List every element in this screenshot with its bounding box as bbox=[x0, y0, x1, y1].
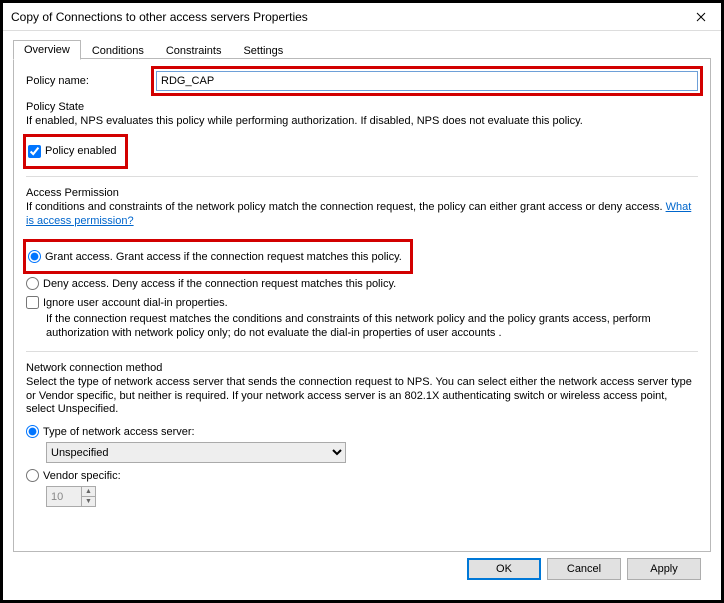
grant-access-highlight: Grant access. Grant access if the connec… bbox=[26, 242, 410, 271]
spinner-up-icon: ▲ bbox=[82, 487, 95, 497]
policy-state-group: Policy State If enabled, NPS evaluates t… bbox=[26, 101, 698, 166]
policy-name-row: Policy name: bbox=[26, 71, 698, 91]
nas-type-radio[interactable] bbox=[26, 425, 39, 438]
deny-access-label: Deny access. Deny access if the connecti… bbox=[43, 278, 396, 290]
window-title: Copy of Connections to other access serv… bbox=[11, 10, 681, 24]
policy-enabled-checkbox[interactable] bbox=[28, 145, 41, 158]
nas-type-select[interactable]: Unspecified bbox=[46, 442, 346, 463]
separator bbox=[26, 176, 698, 177]
apply-button[interactable]: Apply bbox=[627, 558, 701, 580]
nas-type-row[interactable]: Type of network access server: bbox=[26, 425, 698, 438]
separator-2 bbox=[26, 351, 698, 352]
client-area: Overview Conditions Constraints Settings… bbox=[3, 31, 721, 600]
access-permission-title: Access Permission bbox=[26, 187, 698, 199]
policy-state-desc: If enabled, NPS evaluates this policy wh… bbox=[26, 115, 698, 129]
policy-enabled-row[interactable]: Policy enabled bbox=[28, 145, 117, 158]
policy-enabled-label: Policy enabled bbox=[45, 145, 117, 157]
vendor-specific-row[interactable]: Vendor specific: bbox=[26, 469, 698, 482]
cancel-button[interactable]: Cancel bbox=[547, 558, 621, 580]
policy-state-title: Policy State bbox=[26, 101, 698, 113]
nas-type-select-wrap: Unspecified bbox=[46, 442, 698, 463]
vendor-specific-input bbox=[47, 487, 81, 506]
ignore-dialin-row[interactable]: Ignore user account dial-in properties. bbox=[26, 296, 698, 309]
policy-enabled-highlight: Policy enabled bbox=[26, 137, 125, 166]
vendor-specific-spinner-wrap: ▲ ▼ bbox=[46, 486, 698, 507]
nas-type-label: Type of network access server: bbox=[43, 426, 195, 438]
grant-access-label: Grant access. Grant access if the connec… bbox=[45, 251, 402, 263]
grant-access-row[interactable]: Grant access. Grant access if the connec… bbox=[28, 250, 402, 263]
deny-access-row[interactable]: Deny access. Deny access if the connecti… bbox=[26, 277, 698, 290]
close-icon bbox=[696, 12, 706, 22]
access-permission-group: Access Permission If conditions and cons… bbox=[26, 187, 698, 341]
ignore-dialin-label: Ignore user account dial-in properties. bbox=[43, 297, 228, 309]
tab-strip: Overview Conditions Constraints Settings bbox=[13, 37, 711, 59]
ok-button[interactable]: OK bbox=[467, 558, 541, 580]
vendor-specific-spinner: ▲ ▼ bbox=[46, 486, 96, 507]
ignore-dialin-checkbox[interactable] bbox=[26, 296, 39, 309]
ncm-desc: Select the type of network access server… bbox=[26, 376, 698, 417]
spinner-buttons: ▲ ▼ bbox=[81, 487, 95, 506]
tabpage-overview: Policy name: Policy State If enabled, NP… bbox=[13, 59, 711, 552]
grant-access-radio[interactable] bbox=[28, 250, 41, 263]
ignore-dialin-note: If the connection request matches the co… bbox=[46, 313, 698, 341]
ncm-group: Network connection method Select the typ… bbox=[26, 362, 698, 507]
ncm-title: Network connection method bbox=[26, 362, 698, 374]
close-button[interactable] bbox=[681, 3, 721, 31]
policy-name-label: Policy name: bbox=[26, 75, 156, 87]
titlebar: Copy of Connections to other access serv… bbox=[3, 3, 721, 31]
vendor-specific-radio[interactable] bbox=[26, 469, 39, 482]
access-permission-desc: If conditions and constraints of the net… bbox=[26, 201, 698, 229]
deny-access-radio[interactable] bbox=[26, 277, 39, 290]
dialog-footer: OK Cancel Apply bbox=[13, 552, 711, 592]
policy-name-input[interactable] bbox=[156, 71, 698, 91]
tab-overview[interactable]: Overview bbox=[13, 40, 81, 60]
vendor-specific-label: Vendor specific: bbox=[43, 470, 121, 482]
spinner-down-icon: ▼ bbox=[82, 497, 95, 506]
